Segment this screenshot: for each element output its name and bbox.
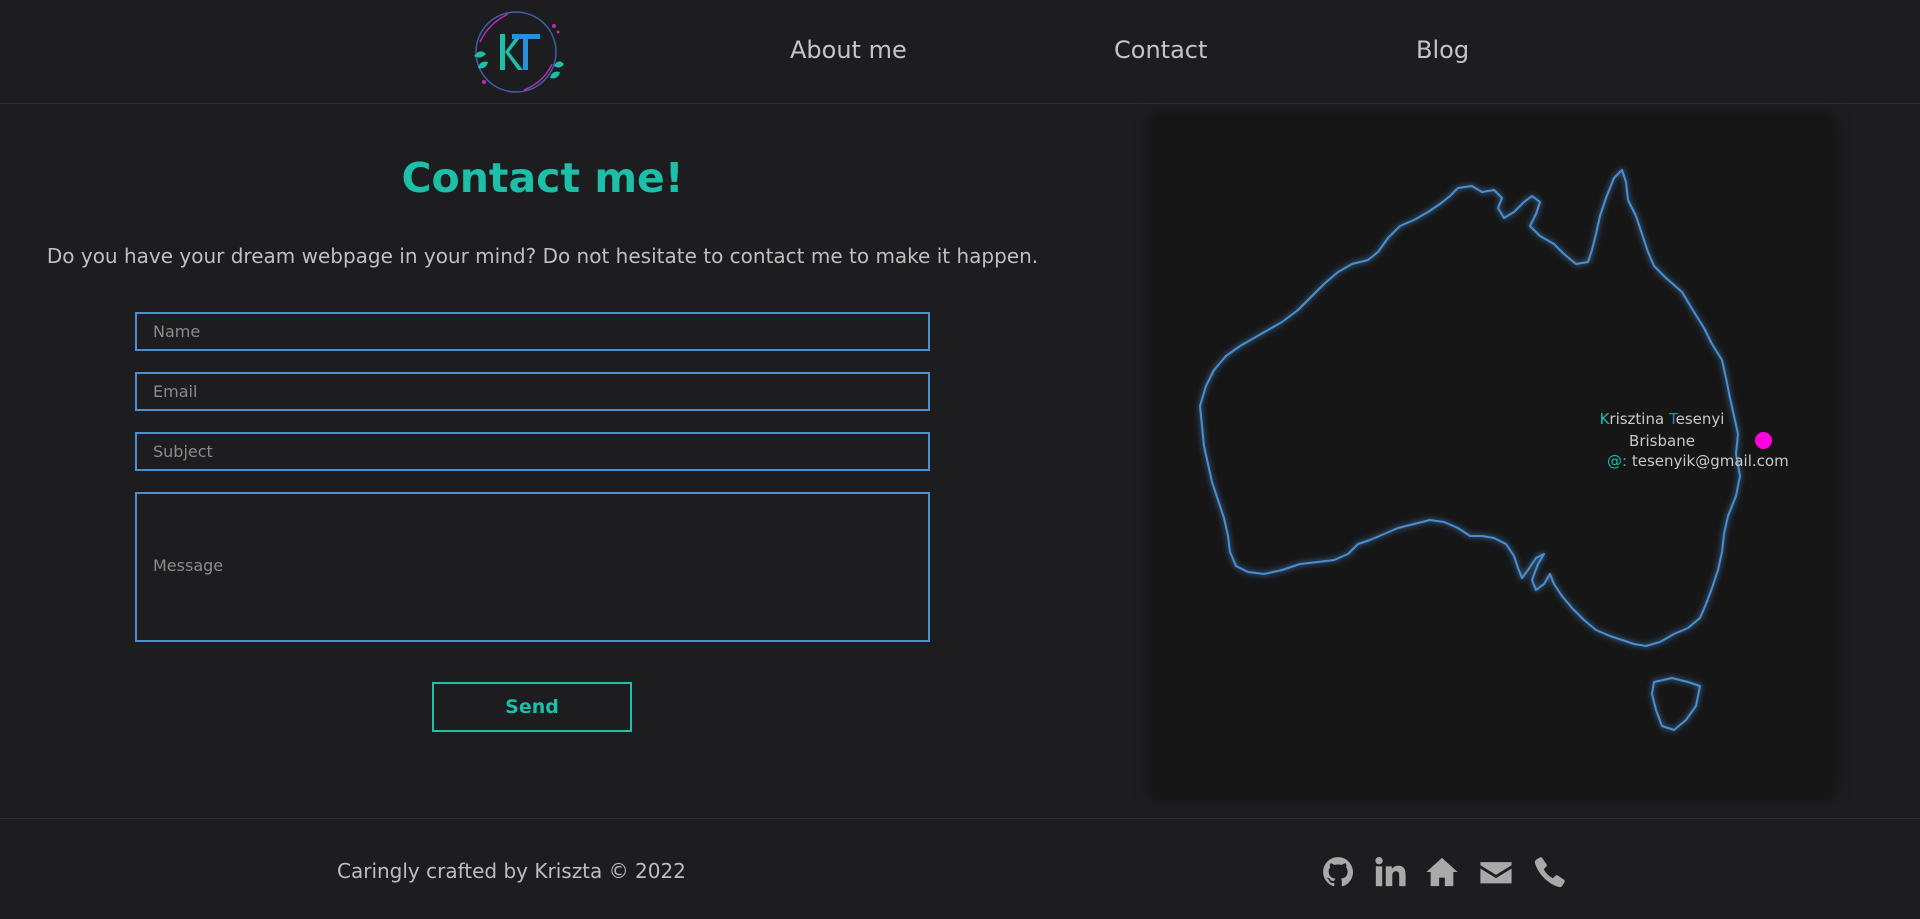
email-prefix: @: <box>1607 452 1628 470</box>
name-field[interactable] <box>135 312 930 351</box>
location-map: Krisztina Tesenyi Brisbane @: tesenyik@g… <box>1152 116 1833 797</box>
nav-blog[interactable]: Blog <box>1416 36 1469 64</box>
site-header: About me Contact Blog <box>0 0 1920 104</box>
nav-contact[interactable]: Contact <box>1114 36 1207 64</box>
kt-logo-icon[interactable] <box>454 6 578 98</box>
mail-icon[interactable] <box>1479 855 1513 889</box>
page-title: Contact me! <box>401 154 684 202</box>
name-last-rest: esenyi <box>1675 410 1725 428</box>
email-field[interactable] <box>135 372 930 411</box>
message-field[interactable] <box>135 492 930 642</box>
name-initial-last: T <box>1668 410 1676 428</box>
contact-name: Krisztina Tesenyi <box>1572 408 1752 430</box>
subject-field[interactable] <box>135 432 930 471</box>
github-icon[interactable] <box>1321 855 1355 889</box>
contact-city: Brisbane <box>1629 432 1695 450</box>
name-first-rest: risztina <box>1609 410 1665 428</box>
intro-text: Do you have your dream webpage in your m… <box>46 244 1039 268</box>
email-address: tesenyik@gmail.com <box>1631 452 1789 470</box>
contact-email[interactable]: @: tesenyik@gmail.com <box>1607 452 1789 470</box>
location-marker <box>1755 432 1772 449</box>
nav-about-me[interactable]: About me <box>790 36 907 64</box>
phone-icon[interactable] <box>1533 855 1567 889</box>
site-footer: Caringly crafted by Kriszta © 2022 <box>0 818 1920 919</box>
linkedin-icon[interactable] <box>1373 855 1407 889</box>
footer-credit: Caringly crafted by Kriszta © 2022 <box>337 859 686 883</box>
send-button[interactable]: Send <box>432 682 632 732</box>
home-icon[interactable] <box>1425 855 1459 889</box>
contact-card: Krisztina Tesenyi Brisbane <box>1572 408 1752 452</box>
name-initial-first: K <box>1599 410 1610 428</box>
